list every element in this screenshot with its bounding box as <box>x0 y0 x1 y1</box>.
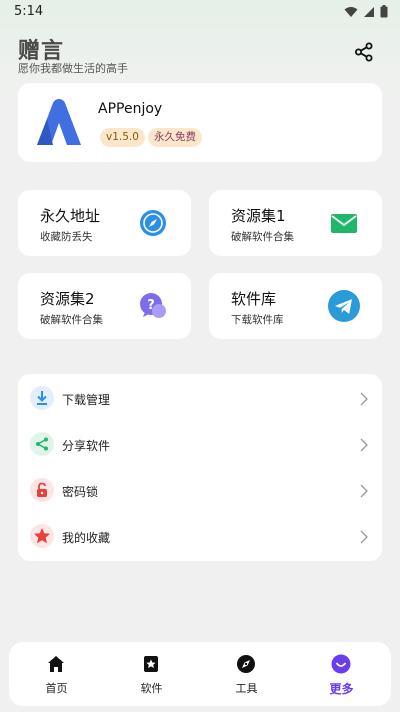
status-icons <box>344 5 388 18</box>
share-icon[interactable] <box>354 42 374 62</box>
tile-title: 永久地址 <box>40 207 101 225</box>
question-chat-icon: ? <box>140 293 166 318</box>
download-icon <box>30 386 54 410</box>
wifi-icon <box>344 6 358 17</box>
share-icon <box>30 432 54 456</box>
tile-resource-1[interactable]: 资源集1 破解软件合集 <box>209 190 382 256</box>
tile-subtitle: 下载软件库 <box>231 314 284 326</box>
tile-subtitle: 收藏防丢失 <box>40 231 93 243</box>
bottom-nav: 首页 软件 工具 更多 <box>9 642 391 706</box>
compass-icon <box>237 655 255 673</box>
list-item-label: 下载管理 <box>62 393 111 407</box>
version-badge: v1.5.0 <box>100 128 145 147</box>
app-logo <box>33 97 85 149</box>
free-badge: 永久免费 <box>148 128 202 147</box>
chevron-right-icon <box>360 438 368 452</box>
chevron-right-icon <box>360 392 368 406</box>
status-bar: 5:14 <box>0 0 400 24</box>
list-item-share-software[interactable]: 分享软件 <box>18 422 382 467</box>
list-item-label: 我的收藏 <box>62 531 111 545</box>
nav-label: 首页 <box>45 682 68 695</box>
tile-resource-2[interactable]: 资源集2 破解软件合集 ? <box>18 273 191 339</box>
app-name: APPenjoy <box>98 101 163 117</box>
list-item-label: 密码锁 <box>62 485 99 499</box>
nav-home[interactable]: 首页 <box>9 642 104 706</box>
page-subtitle: 愿你我都做生活的高手 <box>18 62 128 75</box>
lock-icon <box>30 478 54 502</box>
tile-title: 软件库 <box>231 290 277 308</box>
chevron-right-icon <box>360 484 368 498</box>
app-info-card[interactable]: APPenjoy v1.5.0 永久免费 <box>18 83 382 162</box>
svg-text:?: ? <box>147 298 155 313</box>
list-item-my-favorites[interactable]: 我的收藏 <box>18 514 382 559</box>
list-item-download-manager[interactable]: 下载管理 <box>18 376 382 421</box>
tile-title: 资源集1 <box>231 207 286 225</box>
smile-icon <box>331 654 351 674</box>
tile-subtitle: 破解软件合集 <box>40 314 103 326</box>
list-item-label: 分享软件 <box>62 439 111 453</box>
menu-list: 下载管理 分享软件 密码锁 我的收藏 <box>18 374 382 561</box>
list-item-password-lock[interactable]: 密码锁 <box>18 468 382 513</box>
star-bookmark-icon <box>144 656 158 672</box>
compass-icon <box>140 210 166 236</box>
telegram-icon <box>328 290 360 322</box>
status-time: 5:14 <box>14 4 44 19</box>
nav-more[interactable]: 更多 <box>294 642 389 706</box>
nav-software[interactable]: 软件 <box>104 642 199 706</box>
tile-title: 资源集2 <box>40 290 95 308</box>
chevron-right-icon <box>360 530 368 544</box>
tile-software-library[interactable]: 软件库 下载软件库 <box>209 273 382 339</box>
nav-label: 更多 <box>329 682 354 696</box>
home-icon <box>48 656 64 672</box>
signal-icon <box>364 6 374 17</box>
nav-label: 工具 <box>235 682 258 695</box>
battery-icon <box>380 5 388 18</box>
nav-label: 软件 <box>140 682 163 695</box>
tile-permanent-address[interactable]: 永久地址 收藏防丢失 <box>18 190 191 256</box>
star-icon <box>30 524 54 548</box>
tile-subtitle: 破解软件合集 <box>231 231 294 243</box>
mail-icon <box>331 214 357 233</box>
nav-tools[interactable]: 工具 <box>199 642 294 706</box>
